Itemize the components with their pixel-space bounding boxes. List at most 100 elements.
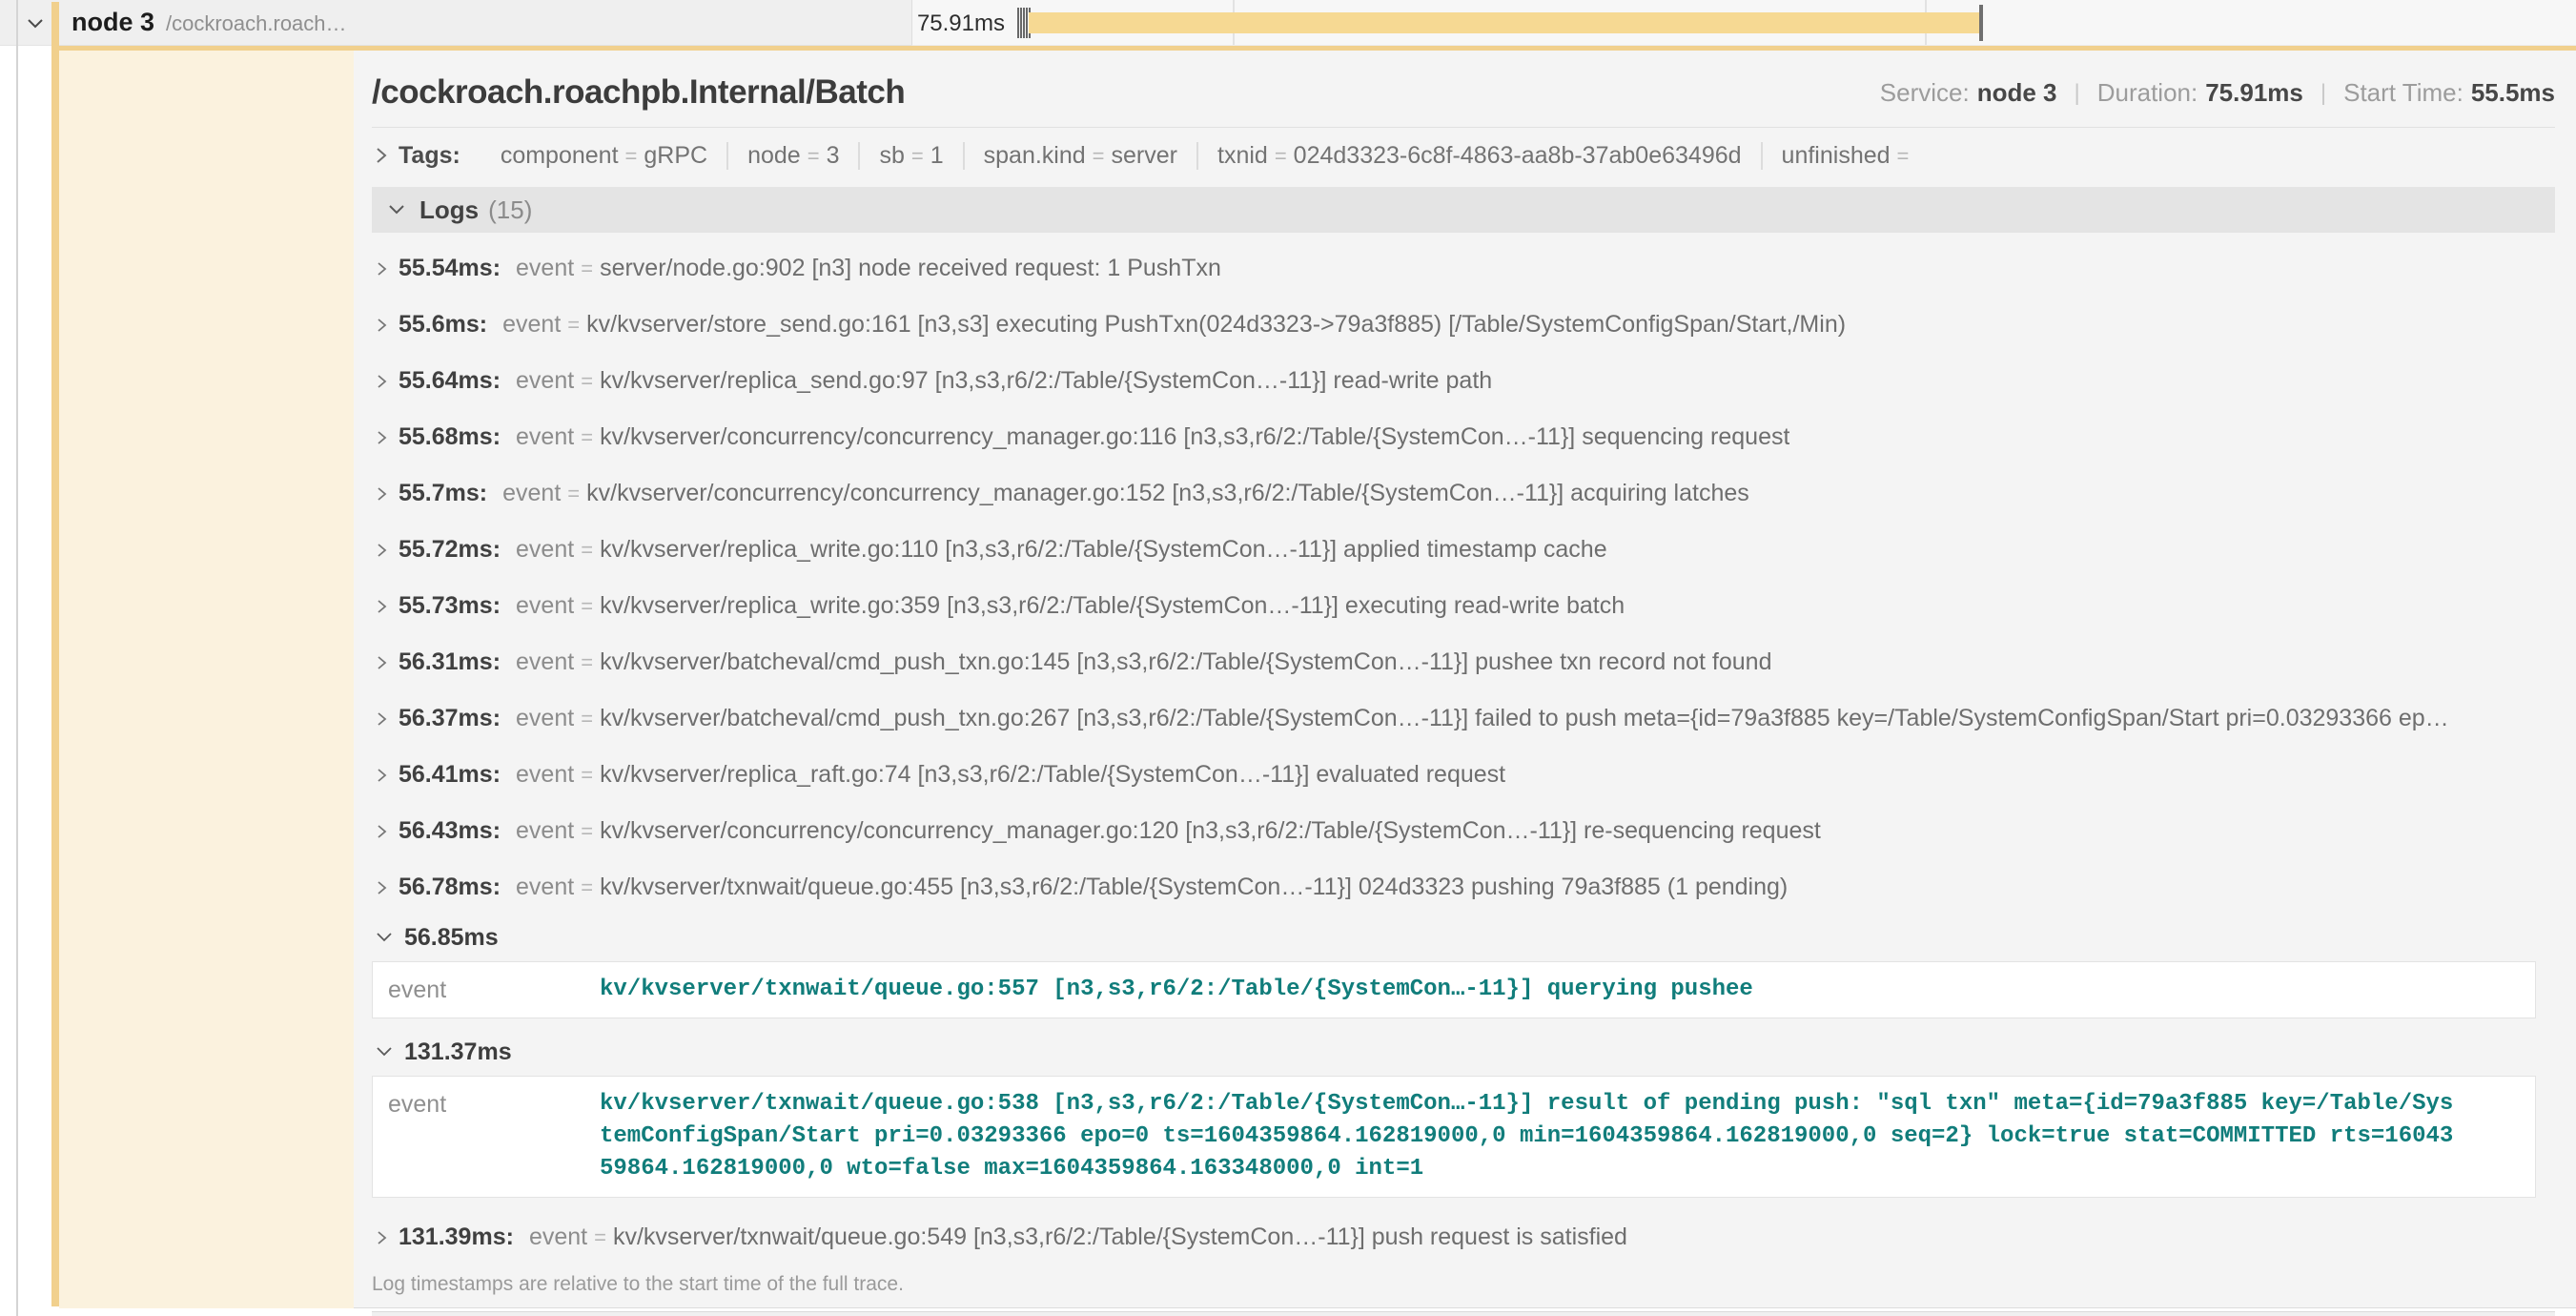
span-operation-name: /cockroach.roach… (166, 11, 347, 36)
equals-sign: = (561, 313, 586, 338)
log-row[interactable]: 55.72ms: event = kv/kvserver/replica_wri… (372, 522, 2555, 578)
log-timestamp: 55.6ms: (399, 311, 487, 339)
log-timestamp: 56.41ms: (399, 761, 501, 789)
detail-panel-accent-border (59, 46, 2576, 51)
tag-component: component=gRPC (481, 142, 726, 170)
header-divider (372, 127, 2555, 128)
log-timestamp: 55.68ms: (399, 423, 501, 451)
span-end-marker (1979, 5, 1983, 41)
chevron-down-icon (374, 930, 395, 945)
equals-sign: = (574, 538, 600, 563)
equals-sign: = (574, 257, 600, 281)
log-row[interactable]: 56.78ms: event = kv/kvserver/txnwait/que… (372, 859, 2555, 915)
log-field: event (516, 817, 574, 845)
logs-list: 55.54ms: event = server/node.go:902 [n3]… (372, 233, 2555, 1316)
chevron-right-icon (376, 371, 389, 392)
span-color-bar (51, 2, 59, 1306)
log-message: kv/kvserver/batcheval/cmd_push_txn.go:14… (600, 648, 1771, 676)
log-row-expanded-header[interactable]: 131.37ms (372, 1030, 2555, 1074)
tag-span-kind: span.kind=server (963, 142, 1196, 170)
equals-sign: = (574, 707, 600, 731)
equals-sign: = (587, 1225, 613, 1250)
meta-divider: | (2074, 80, 2079, 107)
tags-label: Tags: (399, 142, 460, 170)
chevron-right-icon (376, 258, 389, 279)
equals-sign: = (574, 875, 600, 900)
span-row[interactable]: node 3 /cockroach.roach… 75.91ms (0, 0, 2576, 46)
equals-sign: = (574, 819, 600, 844)
log-row[interactable]: 55.7ms: event = kv/kvserver/concurrency/… (372, 465, 2555, 522)
log-message: kv/kvserver/replica_send.go:97 [n3,s3,r6… (600, 367, 1492, 395)
tag-sb: sb=1 (858, 142, 962, 170)
log-field: event (516, 592, 574, 620)
log-field: event (516, 705, 574, 732)
log-detail-box: event kv/kvserver/txnwait/queue.go:557 [… (372, 961, 2536, 1018)
log-detail-box: event kv/kvserver/txnwait/queue.go:538 [… (372, 1076, 2536, 1198)
chevron-right-icon (374, 144, 389, 167)
log-row[interactable]: 55.64ms: event = kv/kvserver/replica_sen… (372, 353, 2555, 409)
span-detail-indent-column (59, 51, 354, 1308)
logs-title: Logs (419, 195, 479, 225)
log-message: kv/kvserver/txnwait/queue.go:549 [n3,s3,… (613, 1223, 1627, 1251)
log-timestamp: 55.7ms: (399, 480, 487, 507)
log-timestamp: 131.37ms (404, 1038, 512, 1066)
log-row[interactable]: 131.39ms: event = kv/kvserver/txnwait/qu… (372, 1209, 2555, 1265)
chevron-right-icon (376, 765, 389, 786)
log-timestamp: 56.43ms: (399, 817, 501, 845)
log-row[interactable]: 56.43ms: event = kv/kvserver/concurrency… (372, 803, 2555, 859)
log-row[interactable]: 56.31ms: event = kv/kvserver/batcheval/c… (372, 634, 2555, 690)
log-row[interactable]: 55.6ms: event = kv/kvserver/store_send.g… (372, 297, 2555, 353)
equals-sign: = (574, 650, 600, 675)
chevron-right-icon (376, 877, 389, 898)
service-value: node 3 (1977, 78, 2057, 108)
log-row-expanded-header[interactable]: 56.85ms (372, 915, 2555, 959)
log-message: kv/kvserver/txnwait/queue.go:455 [n3,s3,… (600, 874, 1788, 901)
span-service-name: node 3 (72, 8, 154, 37)
chevron-down-icon (385, 201, 408, 218)
log-field: event (516, 761, 574, 789)
log-message: kv/kvserver/store_send.go:161 [n3,s3] ex… (586, 311, 1846, 339)
tag-node: node=3 (726, 142, 858, 170)
equals-sign: = (561, 482, 586, 506)
log-field: event (502, 480, 561, 507)
span-timeline-cell[interactable]: 75.91ms (911, 0, 2576, 46)
log-field: event (516, 367, 574, 395)
log-message: server/node.go:902 [n3] node received re… (600, 255, 1221, 282)
chevron-right-icon (376, 315, 389, 336)
equals-sign: = (574, 369, 600, 394)
chevron-right-icon (376, 483, 389, 504)
log-row[interactable]: 56.41ms: event = kv/kvserver/replica_raf… (372, 747, 2555, 803)
log-message: kv/kvserver/concurrency/concurrency_mana… (600, 423, 1789, 451)
span-detail-panel: /cockroach.roachpb.Internal/Batch Servic… (354, 51, 2576, 1308)
log-message: kv/kvserver/replica_raft.go:74 [n3,s3,r6… (600, 761, 1505, 789)
log-row[interactable]: 55.73ms: event = kv/kvserver/replica_wri… (372, 578, 2555, 634)
log-row[interactable]: 55.68ms: event = kv/kvserver/concurrency… (372, 409, 2555, 465)
span-name-cell[interactable]: node 3 /cockroach.roach… (0, 0, 911, 46)
equals-sign: = (574, 425, 600, 450)
log-timestamp: 56.85ms (404, 924, 499, 952)
duration-label: Duration: (2097, 78, 2198, 108)
log-detail-text: kv/kvserver/txnwait/queue.go:557 [n3,s3,… (600, 974, 1753, 1006)
detail-header: /cockroach.roachpb.Internal/Batch Servic… (372, 51, 2555, 112)
panel-bottom-strip (372, 1312, 2555, 1316)
log-detail-text: kv/kvserver/txnwait/queue.go:538 [n3,s3,… (600, 1088, 2453, 1185)
log-timestamp: 56.78ms: (399, 874, 501, 901)
log-row[interactable]: 55.54ms: event = server/node.go:902 [n3]… (372, 240, 2555, 297)
start-time-label: Start Time: (2343, 78, 2464, 108)
log-timestamp: 55.64ms: (399, 367, 501, 395)
chevron-right-icon (376, 709, 389, 730)
chevron-down-icon[interactable] (23, 12, 48, 33)
logs-accordion-header[interactable]: Logs (15) (372, 187, 2555, 233)
meta-divider: | (2320, 80, 2326, 107)
chevron-right-icon (376, 821, 389, 842)
log-row[interactable]: 56.37ms: event = kv/kvserver/batcheval/c… (372, 690, 2555, 747)
log-message: kv/kvserver/replica_write.go:110 [n3,s3,… (600, 536, 1607, 564)
tags-accordion[interactable]: Tags: component=gRPC node=3 sb=1 span.ki… (372, 130, 2555, 181)
logs-footer-note: Log timestamps are relative to the start… (372, 1273, 2555, 1296)
log-message: kv/kvserver/batcheval/cmd_push_txn.go:26… (600, 705, 2449, 732)
duration-value: 75.91ms (2205, 78, 2303, 108)
log-message: kv/kvserver/concurrency/concurrency_mana… (586, 480, 1749, 507)
chevron-right-icon (376, 540, 389, 561)
chevron-right-icon (376, 427, 389, 448)
log-timestamp: 55.72ms: (399, 536, 501, 564)
